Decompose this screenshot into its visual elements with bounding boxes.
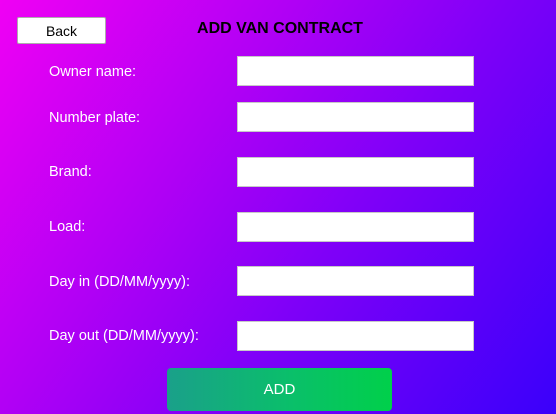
add-button[interactable]: ADD	[167, 368, 392, 411]
brand-input[interactable]	[237, 157, 474, 187]
day-in-input[interactable]	[237, 266, 474, 296]
load-input[interactable]	[237, 212, 474, 242]
day-out-label: Day out (DD/MM/yyyy):	[49, 328, 199, 344]
day-in-label: Day in (DD/MM/yyyy):	[49, 274, 190, 290]
day-out-input[interactable]	[237, 321, 474, 351]
load-label: Load:	[49, 219, 86, 235]
owner-name-input[interactable]	[237, 56, 474, 86]
number-plate-label: Number plate:	[49, 110, 141, 126]
page-title: ADD VAN CONTRACT	[197, 20, 363, 37]
back-button[interactable]: Back	[17, 17, 106, 44]
add-van-contract-window: Back ADD VAN CONTRACT Owner name: Number…	[0, 0, 556, 414]
owner-name-label: Owner name:	[49, 64, 137, 80]
brand-label: Brand:	[49, 164, 92, 180]
number-plate-input[interactable]	[237, 102, 474, 132]
